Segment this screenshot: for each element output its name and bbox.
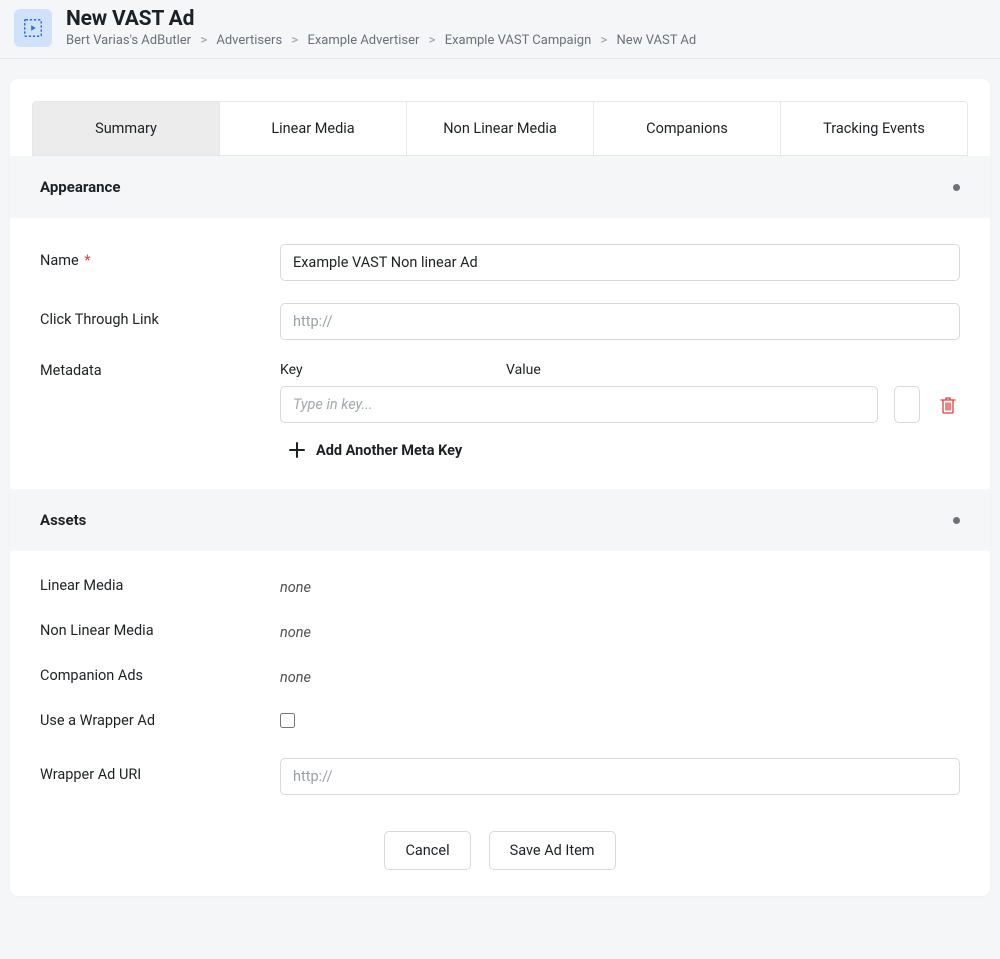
add-meta-label: Add Another Meta Key bbox=[316, 442, 462, 459]
appearance-section-body: Name * Click Through Link Metadata Key bbox=[10, 218, 990, 489]
appearance-title: Appearance bbox=[40, 178, 120, 196]
tab-tracking-events[interactable]: Tracking Events bbox=[781, 102, 967, 155]
required-asterisk-icon: * bbox=[84, 252, 90, 269]
linear-media-label: Linear Media bbox=[40, 577, 280, 594]
breadcrumb-item[interactable]: Advertisers bbox=[216, 33, 282, 48]
tab-non-linear-media[interactable]: Non Linear Media bbox=[407, 102, 594, 155]
collapse-dot-icon bbox=[953, 184, 960, 191]
add-meta-button[interactable]: Add Another Meta Key bbox=[288, 441, 462, 459]
tab-bar: Summary Linear Media Non Linear Media Co… bbox=[32, 101, 968, 156]
vast-ad-icon bbox=[14, 9, 52, 47]
plus-icon bbox=[288, 441, 306, 459]
breadcrumb-item[interactable]: Bert Varias's AdButler bbox=[66, 33, 191, 48]
cancel-button[interactable]: Cancel bbox=[384, 831, 470, 870]
wrapper-ad-label: Use a Wrapper Ad bbox=[40, 712, 280, 729]
breadcrumb-separator: > bbox=[600, 33, 607, 48]
click-through-label: Click Through Link bbox=[40, 303, 280, 328]
meta-row bbox=[280, 386, 960, 423]
name-input[interactable] bbox=[280, 244, 960, 281]
non-linear-media-value: none bbox=[280, 624, 311, 641]
meta-key-heading: Key bbox=[280, 362, 490, 378]
page-title: New VAST Ad bbox=[66, 7, 986, 31]
tab-companions[interactable]: Companions bbox=[594, 102, 781, 155]
appearance-section-header[interactable]: Appearance bbox=[10, 156, 990, 218]
breadcrumb-item[interactable]: Example VAST Campaign bbox=[445, 33, 592, 48]
meta-value-input[interactable] bbox=[894, 386, 920, 423]
name-label-text: Name bbox=[40, 252, 79, 269]
breadcrumb: Bert Varias's AdButler > Advertisers > E… bbox=[66, 33, 986, 48]
delete-meta-button[interactable] bbox=[936, 392, 960, 418]
wrapper-ad-checkbox[interactable] bbox=[280, 713, 295, 728]
trash-icon bbox=[940, 396, 956, 414]
assets-title: Assets bbox=[40, 511, 86, 529]
meta-key-input[interactable] bbox=[280, 386, 878, 423]
linear-media-value: none bbox=[280, 579, 311, 596]
name-label: Name * bbox=[40, 244, 280, 269]
tab-linear-media[interactable]: Linear Media bbox=[220, 102, 407, 155]
breadcrumb-item[interactable]: Example Advertiser bbox=[307, 33, 419, 48]
companion-ads-label: Companion Ads bbox=[40, 667, 280, 684]
wrapper-uri-label: Wrapper Ad URI bbox=[40, 758, 280, 783]
collapse-dot-icon bbox=[953, 517, 960, 524]
assets-section-body: Linear Media none Non Linear Media none … bbox=[10, 551, 990, 821]
page-header: New VAST Ad Bert Varias's AdButler > Adv… bbox=[0, 0, 1000, 59]
save-button[interactable]: Save Ad Item bbox=[489, 831, 616, 870]
companion-ads-value: none bbox=[280, 669, 311, 686]
breadcrumb-separator: > bbox=[200, 33, 207, 48]
click-through-input[interactable] bbox=[280, 303, 960, 340]
button-row: Cancel Save Ad Item bbox=[10, 821, 990, 896]
non-linear-media-label: Non Linear Media bbox=[40, 622, 280, 639]
breadcrumb-item[interactable]: New VAST Ad bbox=[617, 33, 697, 48]
breadcrumb-separator: > bbox=[291, 33, 298, 48]
wrapper-uri-input[interactable] bbox=[280, 758, 960, 795]
metadata-label: Metadata bbox=[40, 362, 280, 379]
breadcrumb-separator: > bbox=[429, 33, 436, 48]
meta-value-heading: Value bbox=[506, 362, 960, 378]
main-card: Summary Linear Media Non Linear Media Co… bbox=[10, 79, 990, 896]
assets-section-header[interactable]: Assets bbox=[10, 489, 990, 551]
tab-summary[interactable]: Summary bbox=[33, 102, 220, 155]
